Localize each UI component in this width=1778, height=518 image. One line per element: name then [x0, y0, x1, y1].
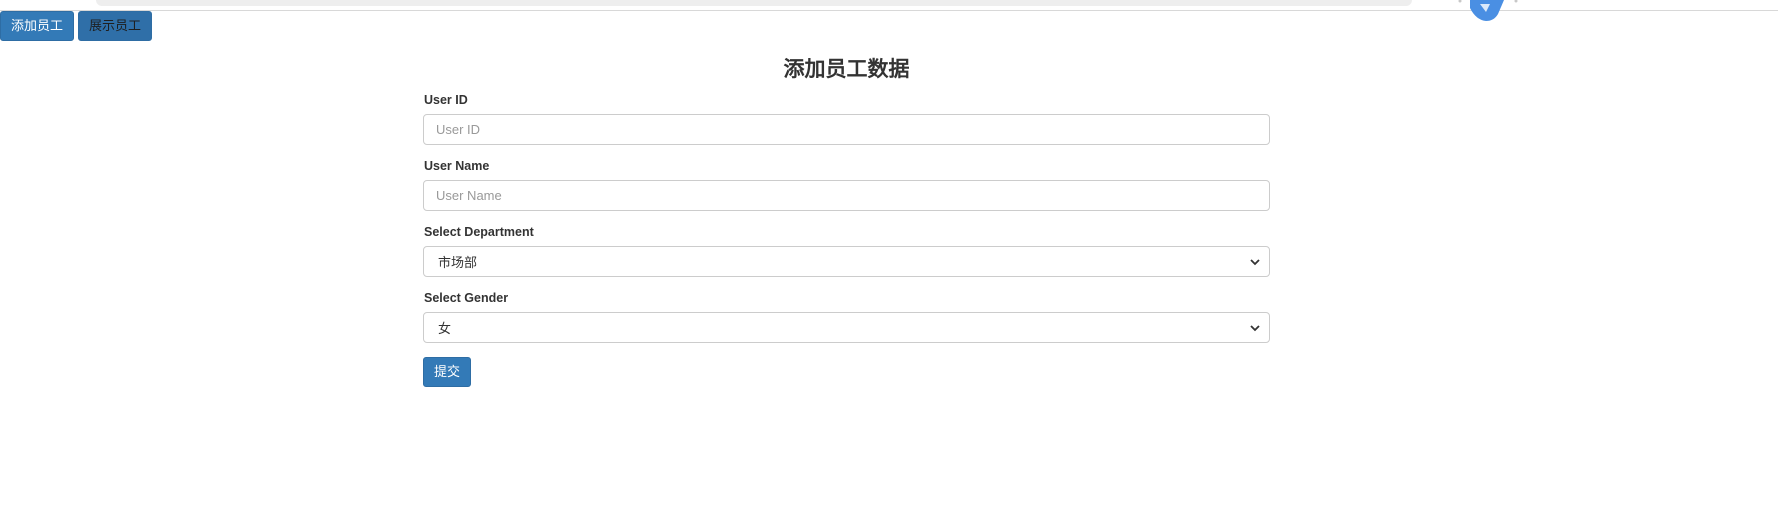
department-select[interactable]: 市场部: [423, 246, 1270, 277]
nav-bar: 添加员工 展示员工: [0, 11, 153, 41]
add-employee-form: 添加员工数据 User ID User Name Select Departme…: [423, 55, 1270, 387]
chevron-down-icon: [1249, 322, 1261, 334]
chevron-down-icon: [1249, 256, 1261, 268]
department-label: Select Department: [424, 225, 534, 239]
add-employee-button[interactable]: 添加员工: [0, 11, 75, 41]
gender-selected-value: 女: [438, 321, 452, 336]
user-name-input[interactable]: [423, 180, 1270, 211]
gender-group: Select Gender 女: [423, 289, 1270, 343]
department-selected-value: 市场部: [438, 255, 478, 270]
user-id-label: User ID: [424, 93, 468, 107]
show-employees-button[interactable]: 展示员工: [78, 11, 153, 41]
address-bar[interactable]: [96, 0, 1412, 6]
user-name-label: User Name: [424, 159, 490, 173]
form-title: 添加员工数据: [783, 58, 910, 81]
extension-icon[interactable]: [1456, 0, 1522, 22]
user-name-group: User Name: [423, 157, 1270, 211]
user-id-input[interactable]: [423, 114, 1270, 145]
gender-select[interactable]: 女: [423, 312, 1270, 343]
page: 添加员工 展示员工 添加员工数据 User ID User Name Selec…: [0, 0, 1778, 518]
user-id-group: User ID: [423, 91, 1270, 145]
submit-button[interactable]: 提交: [423, 357, 472, 387]
gender-label: Select Gender: [424, 291, 509, 305]
department-group: Select Department 市场部: [423, 223, 1270, 277]
